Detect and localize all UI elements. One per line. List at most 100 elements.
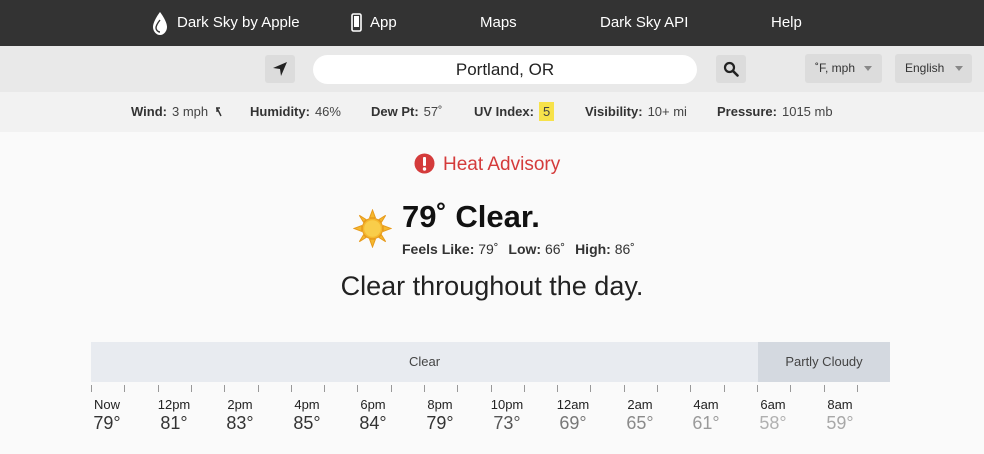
hour-temperature: 73° (493, 413, 521, 433)
hour-column: 2am 65° (605, 397, 675, 434)
wind-value: 3 mph (171, 104, 209, 119)
chevron-down-icon (955, 66, 963, 71)
search-bar: ˚F, mph English (0, 46, 984, 92)
feels-like-label: Feels Like: (402, 241, 475, 257)
timeline-tick (724, 385, 725, 392)
hour-temperature: 65° (626, 413, 654, 433)
hour-temperature: 83° (226, 413, 254, 433)
hour-temperature: 81° (160, 413, 188, 433)
low-label: Low: (508, 241, 542, 257)
hour-temperature: 58° (759, 413, 787, 433)
pressure-label: Pressure: (717, 104, 777, 119)
timeline-tick (457, 385, 458, 392)
feels-like-value: 79˚ (478, 241, 499, 257)
top-nav: Dark Sky by Apple App Maps Dark Sky API … (0, 0, 984, 46)
timeline-tick (124, 385, 125, 392)
pressure-condition: Pressure: 1015 mb (717, 92, 833, 132)
hour-column: 10pm 73° (472, 397, 542, 434)
current-temperature-headline: 79˚ Clear. (402, 199, 540, 234)
timeline-tick (690, 385, 691, 392)
low-value: 66˚ (544, 241, 566, 257)
timeline-tick (324, 385, 325, 392)
clear-day-icon (353, 209, 392, 248)
current-location-button[interactable] (265, 55, 295, 83)
hourly-timeline[interactable]: Clear Partly Cloudy (91, 342, 890, 382)
language-label: English (905, 61, 945, 75)
timeline-tick (790, 385, 791, 392)
hour-time-label: Now (93, 397, 120, 412)
humidity-label: Humidity: (250, 104, 310, 119)
timeline-tick (657, 385, 658, 392)
dew-point-label: Dew Pt: (371, 104, 419, 119)
hour-time-label: 10pm (490, 397, 524, 412)
location-arrow-icon (273, 62, 287, 76)
timeline-tick (757, 385, 758, 392)
wind-condition: Wind: 3 mph (131, 92, 223, 132)
hour-column: 6am 58° (738, 397, 808, 434)
timeline-tick (191, 385, 192, 392)
dew-point-value: 57˚ (423, 104, 443, 119)
visibility-condition: Visibility: 10+ mi (585, 92, 687, 132)
timeline-tick (557, 385, 558, 392)
timeline-tick (391, 385, 392, 392)
logo-label: Dark Sky by Apple (177, 14, 300, 31)
timeline-tick (357, 385, 358, 392)
timeline-tick (491, 385, 492, 392)
humidity-condition: Humidity: 46% (250, 92, 341, 132)
wind-label: Wind: (131, 104, 167, 119)
high-value: 86˚ (614, 241, 635, 257)
timeline-segment-clear[interactable]: Clear (91, 342, 758, 382)
location-search-input[interactable] (313, 55, 697, 84)
hour-column: Now 79° (72, 397, 142, 434)
uv-index-label: UV Index: (474, 104, 534, 119)
timeline-tick (424, 385, 425, 392)
high-label: High: (575, 241, 611, 257)
hour-time-label: 6pm (360, 397, 386, 412)
hour-column: 12pm 81° (139, 397, 209, 434)
uv-index-badge: 5 (538, 102, 555, 121)
hour-temperature: 79° (93, 413, 121, 433)
uv-index-condition: UV Index: 5 (474, 92, 555, 132)
units-dropdown[interactable]: ˚F, mph (805, 54, 882, 83)
hour-time-label: 6am (760, 397, 786, 412)
units-label: ˚F, mph (815, 61, 856, 75)
humidity-value: 46% (314, 104, 341, 119)
alert-icon (414, 153, 435, 174)
hour-temperature: 69° (559, 413, 587, 433)
language-dropdown[interactable]: English (895, 54, 972, 83)
app-label: App (370, 14, 397, 31)
hour-temperature: 85° (293, 413, 321, 433)
nav-api-link[interactable]: Dark Sky API (600, 0, 688, 46)
visibility-label: Visibility: (585, 104, 643, 119)
hour-time-label: 4am (693, 397, 719, 412)
timeline-tick (91, 385, 92, 392)
hour-column: 2pm 83° (205, 397, 275, 434)
alert-label: Heat Advisory (443, 154, 561, 175)
hour-temperature: 61° (692, 413, 720, 433)
timeline-tick (291, 385, 292, 392)
timeline-tick (158, 385, 159, 392)
visibility-value: 10+ mi (647, 104, 687, 119)
hour-column: 8am 59° (805, 397, 875, 434)
dew-point-condition: Dew Pt: 57˚ (371, 92, 442, 132)
chevron-down-icon (864, 66, 872, 71)
hour-time-label: 12am (556, 397, 590, 412)
pressure-value: 1015 mb (781, 104, 833, 119)
search-button[interactable] (716, 55, 746, 83)
timeline-tick (524, 385, 525, 392)
timeline-ticks (91, 385, 890, 393)
hour-temperature: 59° (826, 413, 854, 433)
nav-maps-link[interactable]: Maps (480, 0, 517, 46)
timeline-tick (224, 385, 225, 392)
day-summary: Clear throughout the day. (340, 271, 644, 301)
hour-column: 4am 61° (671, 397, 741, 434)
hour-time-label: 8am (827, 397, 853, 412)
hour-column: 6pm 84° (338, 397, 408, 434)
timeline-tick (624, 385, 625, 392)
timeline-tick (824, 385, 825, 392)
timeline-segment-partly-cloudy[interactable]: Partly Cloudy (758, 342, 890, 382)
timeline-tick (857, 385, 858, 392)
hour-time-label: 4pm (294, 397, 320, 412)
hour-time-label: 12pm (157, 397, 191, 412)
nav-help-link[interactable]: Help (771, 0, 802, 46)
